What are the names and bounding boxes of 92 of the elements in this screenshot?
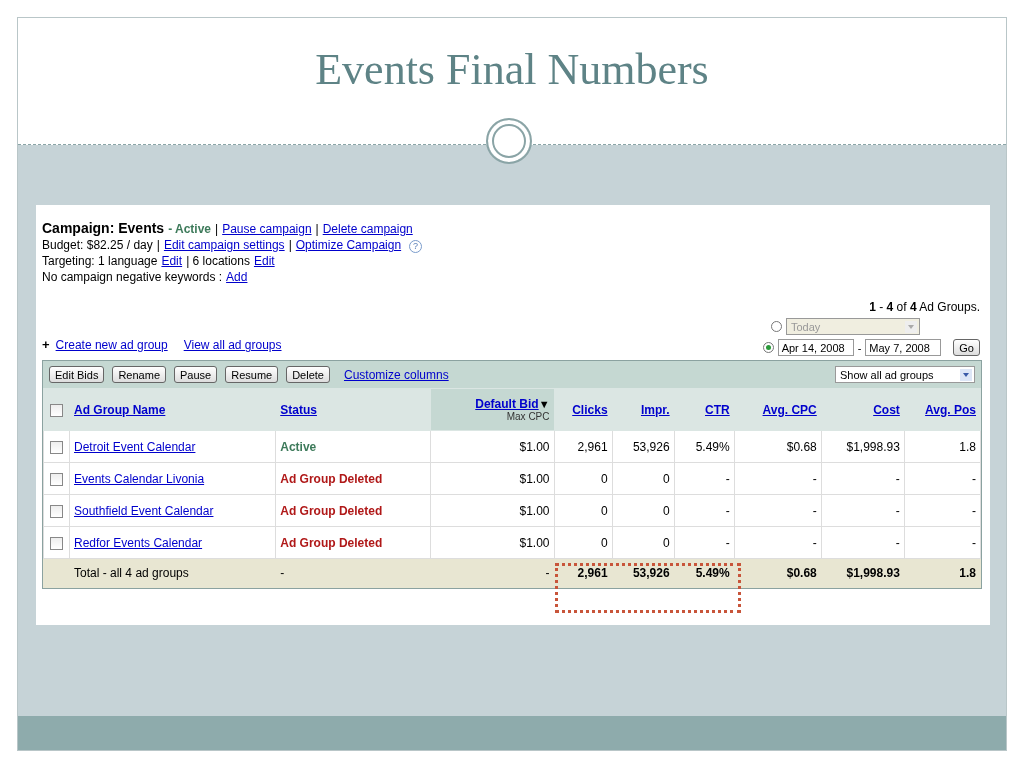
table-cell: $1.00: [519, 503, 550, 518]
column-header-link[interactable]: Clicks: [572, 402, 608, 417]
info-text: |: [288, 237, 292, 253]
column-header-link[interactable]: Ad Group Name: [74, 402, 166, 417]
toolbar-button[interactable]: Pause: [174, 366, 218, 383]
table-cell: $1.00: [519, 471, 550, 486]
campaign-status: - Active: [168, 221, 212, 237]
table-cell: 2,961: [577, 439, 608, 454]
table-cell: 0: [662, 503, 670, 518]
create-ad-group-link[interactable]: Create new ad group: [55, 338, 168, 352]
sort-arrow: ▼: [538, 398, 550, 410]
checkbox[interactable]: [50, 472, 63, 486]
column-header-link[interactable]: Status: [280, 402, 317, 417]
filter-dropdown[interactable]: Show all ad groups: [835, 366, 975, 383]
table-cell: -: [812, 535, 817, 550]
table-cell: 53,926: [632, 439, 670, 454]
total-status: -: [280, 566, 285, 580]
start-date-field[interactable]: Apr 14, 2008: [777, 339, 854, 356]
table-cell: -: [725, 503, 730, 518]
total-cell: 53,926: [632, 566, 670, 580]
end-date-field[interactable]: May 7, 2008: [865, 339, 942, 356]
plus-icon: +: [42, 337, 50, 352]
table-cell: $1.00: [519, 439, 550, 454]
column-header-link[interactable]: Avg. Pos: [925, 402, 976, 417]
info-text: | 6 locations: [186, 253, 250, 269]
campaign-title: Campaign: Events: [42, 220, 165, 236]
table-cell: 5.49%: [695, 439, 730, 454]
total-cell: $0.68: [786, 566, 817, 580]
view-all-link[interactable]: View all ad groups: [183, 338, 282, 352]
info-text: |: [315, 221, 319, 237]
table-cell: -: [812, 503, 817, 518]
table-cell: -: [725, 471, 730, 486]
column-header-link[interactable]: Default Bid: [475, 397, 539, 411]
caret-icon: [905, 320, 917, 333]
campaign-link[interactable]: Optimize Campaign: [295, 237, 402, 253]
table-cell: 0: [662, 535, 670, 550]
column-header-link[interactable]: CTR: [705, 402, 730, 417]
customize-columns-link[interactable]: Customize columns: [343, 367, 449, 382]
column-header-link[interactable]: Avg. CPC: [762, 402, 817, 417]
total-cell: 1.8: [959, 566, 976, 580]
toolbar-button[interactable]: Rename: [112, 366, 166, 383]
total-cell: -: [545, 566, 550, 580]
info-text: |: [215, 221, 219, 237]
pager-text: 1 - 4 of 4 Ad Groups.: [869, 300, 980, 314]
table-cell: -: [895, 503, 900, 518]
table-cell: -: [895, 471, 900, 486]
campaign-link[interactable]: Delete campaign: [322, 221, 413, 237]
status-text: Ad Group Deleted: [280, 471, 383, 486]
checkbox[interactable]: [50, 403, 63, 417]
info-text: No campaign negative keywords :: [42, 269, 223, 285]
status-text: Ad Group Deleted: [280, 535, 383, 550]
table-cell: -: [972, 471, 976, 486]
table-cell: $1.00: [519, 535, 550, 550]
total-cell: 2,961: [577, 566, 608, 580]
status-text: Ad Group Deleted: [280, 503, 383, 518]
campaign-link[interactable]: Add: [226, 269, 248, 285]
column-header-link[interactable]: Impr.: [640, 402, 670, 417]
info-text: |: [156, 237, 160, 253]
caret-icon: [960, 368, 972, 381]
toolbar-button[interactable]: Edit Bids: [49, 366, 105, 383]
table-cell: 0: [662, 471, 670, 486]
total-cell: 5.49%: [695, 566, 730, 580]
table-cell: $0.68: [786, 439, 817, 454]
campaign-link[interactable]: Pause campaign: [222, 221, 312, 237]
total-cell: $1,998.93: [846, 566, 900, 580]
toolbar-button[interactable]: Delete: [286, 366, 330, 383]
campaign-link[interactable]: Edit: [253, 253, 275, 269]
checkbox[interactable]: [50, 504, 63, 518]
campaign-link[interactable]: Edit campaign settings: [163, 237, 285, 253]
toolbar-button[interactable]: Resume: [225, 366, 279, 383]
checkbox[interactable]: [50, 536, 63, 550]
checkbox[interactable]: [50, 440, 63, 454]
table-cell: 0: [600, 471, 608, 486]
column-sublabel: Max CPC: [505, 411, 550, 422]
status-text: Active: [280, 439, 317, 454]
table-cell: 0: [600, 503, 608, 518]
column-header-link[interactable]: Cost: [873, 402, 900, 417]
info-text: Targeting: 1 language: [42, 253, 158, 269]
campaign-link[interactable]: Edit: [161, 253, 183, 269]
table-cell: -: [972, 535, 976, 550]
total-label: Total - all 4 ad groups: [74, 566, 189, 580]
table-cell: 0: [600, 535, 608, 550]
table-cell: $1,998.93: [846, 439, 900, 454]
info-text: Budget: $82.25 / day: [42, 237, 153, 253]
slide-title: Events Final Numbers: [314, 44, 710, 92]
go-button[interactable]: Go: [953, 339, 980, 356]
table-cell: -: [972, 503, 976, 518]
table-cell: -: [812, 471, 817, 486]
table-cell: -: [895, 535, 900, 550]
table-cell: -: [725, 535, 730, 550]
date-separator: -: [857, 341, 862, 354]
table-cell: 1.8: [959, 439, 976, 454]
